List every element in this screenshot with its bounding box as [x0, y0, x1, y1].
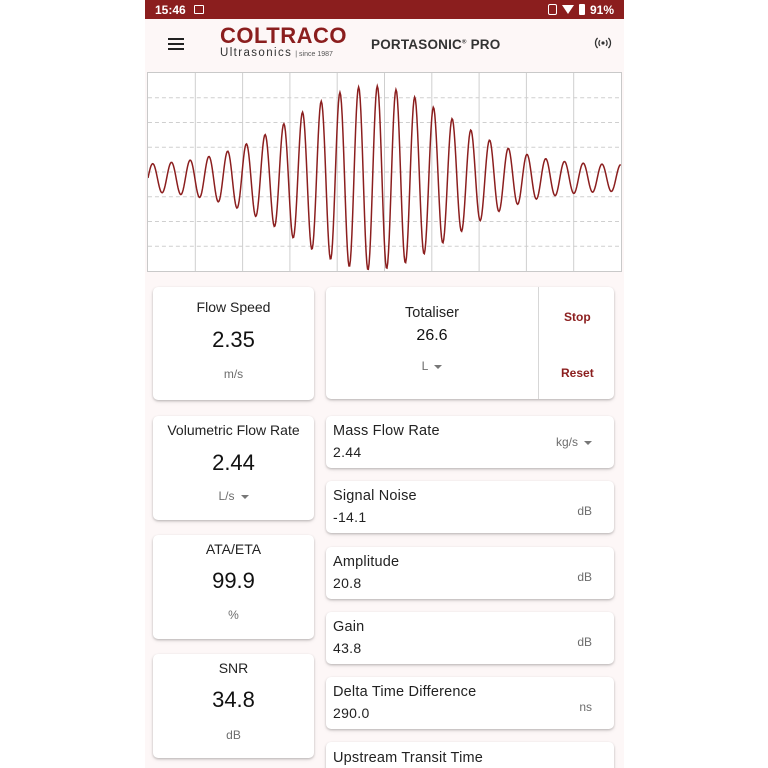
gain-unit: dB: [577, 635, 592, 649]
ata-eta-label: ATA/ETA: [205, 541, 262, 557]
totaliser-card: Totaliser 26.6 L Stop Reset: [326, 287, 614, 399]
amplitude-unit: dB: [577, 570, 592, 584]
delta-time-unit: ns: [579, 700, 592, 714]
status-icons: 91%: [547, 2, 614, 17]
volumetric-flow-unit: L/s: [218, 489, 235, 503]
brand-since: | since 1987: [295, 51, 333, 58]
battery-icon: [578, 4, 585, 15]
snr-value: 34.8: [212, 687, 255, 712]
snr-card: SNR 34.8 dB: [153, 654, 314, 758]
image-notification-icon: [193, 5, 204, 14]
volumetric-flow-value: 2.44: [212, 450, 255, 475]
menu-icon[interactable]: [168, 38, 184, 50]
wifi-icon: [561, 5, 574, 14]
mass-flow-rate-unit: kg/s: [555, 435, 578, 449]
totaliser-unit-select[interactable]: L: [326, 359, 538, 373]
product-name: PORTASONIC® PRO: [371, 37, 501, 52]
signal-noise-value: -14.1: [333, 509, 367, 525]
totaliser-value: 26.6: [416, 327, 448, 344]
waveform-display: [147, 72, 622, 272]
stop-button[interactable]: Stop: [564, 310, 591, 324]
amplitude-card: Amplitude 20.8 dB: [326, 547, 614, 599]
totaliser-divider: [538, 287, 539, 399]
ata-eta-unit: %: [228, 608, 239, 622]
chevron-down-icon: [240, 494, 249, 499]
mass-flow-rate-card: Mass Flow Rate 2.44 kg/s: [326, 416, 614, 468]
signal-noise-unit: dB: [577, 504, 592, 518]
signal-noise-label: Signal Noise: [333, 488, 417, 504]
chevron-down-icon: [434, 364, 443, 369]
flow-speed-value: 2.35: [212, 327, 255, 352]
brand-subtitle: Ultrasonics: [220, 47, 293, 59]
delta-time-value: 290.0: [333, 705, 370, 721]
reset-button[interactable]: Reset: [561, 366, 594, 380]
volumetric-flow-label: Volumetric Flow Rate: [167, 422, 300, 438]
signal-broadcast-icon[interactable]: [594, 36, 612, 50]
flow-speed-unit: m/s: [223, 367, 244, 381]
vibrate-icon: [547, 4, 557, 15]
gain-label: Gain: [333, 619, 365, 635]
gain-value: 43.8: [333, 640, 362, 656]
brand-name: COLTRACO: [220, 23, 348, 48]
brand-logo: COLTRACO Ultrasonics | since 1987: [220, 23, 363, 60]
battery-level: 91%: [589, 2, 614, 17]
app-screen: 15:46 91% COLTRACO Ultrasonics | since 1…: [145, 0, 624, 768]
delta-time-card: Delta Time Difference 290.0 ns: [326, 677, 614, 729]
snr-label: SNR: [218, 660, 249, 676]
volumetric-unit-select[interactable]: L/s: [153, 489, 314, 503]
volumetric-flow-card: Volumetric Flow Rate 2.44 L/s: [153, 416, 314, 520]
flow-speed-card: Flow Speed 2.35 m/s: [153, 287, 314, 400]
upstream-transit-label: Upstream Transit Time: [333, 750, 484, 766]
status-bar: 15:46 91%: [145, 0, 624, 19]
mass-flow-rate-value: 2.44: [333, 444, 362, 460]
chevron-down-icon: [584, 440, 592, 445]
ata-eta-card: ATA/ETA 99.9 %: [153, 535, 314, 639]
snr-unit: dB: [226, 728, 241, 742]
app-bar: COLTRACO Ultrasonics | since 1987 PORTAS…: [145, 19, 624, 69]
gain-card: Gain 43.8 dB: [326, 612, 614, 664]
mass-flow-unit-select[interactable]: kg/s: [556, 435, 592, 449]
totaliser-unit: L: [421, 359, 429, 373]
signal-noise-card: Signal Noise -14.1 dB: [326, 481, 614, 533]
delta-time-label: Delta Time Difference: [333, 684, 477, 700]
amplitude-label: Amplitude: [333, 554, 400, 570]
totaliser-label: Totaliser: [405, 305, 459, 321]
flow-speed-label: Flow Speed: [196, 299, 271, 315]
upstream-transit-card: Upstream Transit Time: [326, 742, 614, 768]
ata-eta-value: 99.9: [212, 568, 255, 593]
status-time: 15:46: [155, 2, 186, 17]
amplitude-value: 20.8: [333, 575, 362, 591]
mass-flow-rate-label: Mass Flow Rate: [333, 423, 440, 439]
